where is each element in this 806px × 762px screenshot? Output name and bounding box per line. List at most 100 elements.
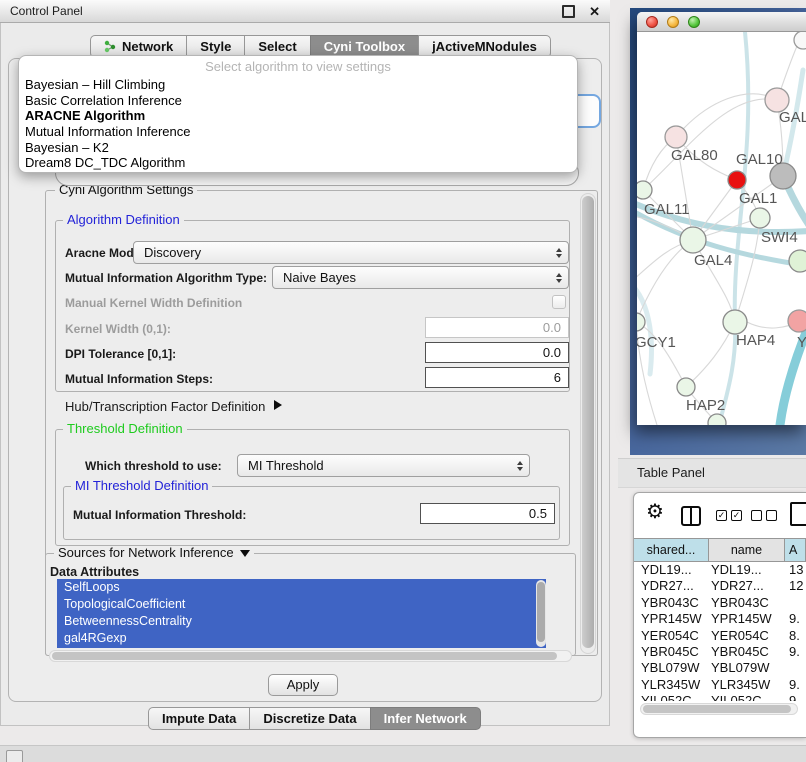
table-row[interactable]: YDL19... YDL19... 13 [634,562,806,578]
tab-impute-data[interactable]: Impute Data [148,707,250,730]
cell: YBR043C [634,595,709,611]
dpi-tolerance-label: DPI Tolerance [0,1]: [65,347,176,361]
node-label: HAP4 [736,332,775,349]
minimize-traffic-light-icon[interactable] [667,16,679,28]
column-header-name[interactable]: name [709,539,785,561]
node-red[interactable] [728,171,746,189]
control-panel-title: Control Panel [10,4,83,18]
algorithm-option-highlighted[interactable]: ARACNE Algorithm [19,108,577,124]
mi-threshold-group-title: MI Threshold Definition [71,479,212,493]
algorithm-definition-title: Algorithm Definition [63,213,184,227]
stepper-arrows-icon [517,461,529,471]
table-hscrollbar[interactable] [640,703,798,715]
table-row[interactable]: YBL079W YBL079W [634,660,806,676]
table-row[interactable]: YER054C YER054C 8. [634,628,806,644]
which-threshold-label: Which threshold to use: [85,459,222,473]
node-label: GAL80 [671,147,718,164]
mi-threshold-field[interactable]: 0.5 [420,503,555,524]
node-gal1[interactable] [750,208,770,228]
algorithm-option[interactable]: Basic Correlation Inference [19,93,577,109]
mi-threshold-label: Mutual Information Threshold: [73,508,246,522]
settings-hscrollbar-thumb[interactable] [52,652,557,660]
cell: YER054C [634,628,709,644]
attribute-item[interactable]: TopologicalCoefficient [57,596,546,613]
node[interactable] [794,32,806,49]
table-row[interactable]: YIL052C YIL052C 9 [634,693,806,701]
column-header-shared[interactable]: shared... [634,539,709,561]
table-row[interactable]: YBR045C YBR045C 9. [634,644,806,660]
algorithm-option[interactable]: Bayesian – Hill Climbing [19,77,577,93]
control-panel-titlebar: Control Panel ✕ [0,0,610,23]
table-row[interactable]: YLR345W YLR345W 9. [634,677,806,693]
close-traffic-light-icon[interactable] [646,16,658,28]
kernel-width-label: Kernel Width (0,1): [65,322,171,336]
node-gcy1[interactable] [637,313,645,331]
tab-discretize-data-label: Discretize Data [263,711,356,726]
table-row[interactable]: YPR145W YPR145W 9. [634,611,806,627]
new-table-icon[interactable] [790,502,806,526]
settings-scrollbar[interactable] [580,193,596,654]
cell: YDL19... [709,562,785,578]
tab-discretize-data[interactable]: Discretize Data [249,707,370,730]
settings-hscrollbar[interactable] [49,650,572,662]
dpi-tolerance-field[interactable]: 0.0 [425,342,569,363]
expand-right-icon[interactable] [274,400,282,410]
table-row[interactable]: YBR043C YBR043C [634,595,806,611]
status-strip [0,745,806,762]
collapse-down-icon[interactable] [240,550,250,557]
network-canvas[interactable]: GAL GAL80 GAL10 GAL11 GAL1 SWI4 GAL4 GCY… [637,32,806,425]
gear-icon[interactable]: ⚙ [646,502,664,522]
table-row[interactable]: YDR27... YDR27... 12 [634,578,806,594]
zoom-traffic-light-icon[interactable] [688,16,700,28]
node-label: GAL10 [736,151,783,168]
deselect-all-columns-icon[interactable] [751,510,777,521]
cell: YDL19... [634,562,709,578]
cell: YER054C [709,628,785,644]
table-hscrollbar-thumb[interactable] [643,705,791,713]
cell: 9 [785,693,806,701]
node-swi4[interactable] [789,250,806,272]
manual-kernel-width-checkbox[interactable] [552,295,566,309]
node-label: GAL4 [694,252,732,269]
checked-box-icon: ✓ [731,510,742,521]
node-label: HAP2 [686,397,725,414]
node-gal80[interactable] [665,126,687,148]
algorithm-option[interactable]: Bayesian – K2 [19,140,577,156]
close-icon[interactable]: ✕ [589,5,600,18]
apply-button[interactable]: Apply [268,674,338,696]
cell: YBL079W [634,660,709,676]
algorithm-option[interactable]: Mutual Information Inference [19,124,577,140]
attribute-item[interactable]: SelfLoops [57,579,546,596]
algorithm-option[interactable]: Dream8 DC_TDC Algorithm [19,155,577,171]
node-gal4[interactable] [680,227,706,253]
settings-scrollbar-thumb[interactable] [582,196,594,648]
column-header-third[interactable]: A [785,539,806,561]
node-hap4[interactable] [723,310,747,334]
mi-steps-field[interactable]: 6 [425,367,569,388]
node-gal11[interactable] [637,181,652,199]
attributes-scrollbar[interactable] [536,580,546,647]
attribute-item[interactable]: gal4RGexp [57,630,546,647]
unchecked-box-icon [751,510,762,521]
tab-style-label: Style [200,39,231,54]
kernel-width-field[interactable]: 0.0 [425,317,569,338]
taskbar-mini-icon[interactable] [6,750,23,762]
attribute-item[interactable]: BetweennessCentrality [57,613,546,630]
float-window-icon[interactable] [562,5,575,18]
tab-infer-network[interactable]: Infer Network [370,707,481,730]
split-view-icon[interactable] [681,506,701,526]
cell: YDR27... [709,578,785,594]
node-label: GAL1 [739,190,777,207]
unchecked-box-icon [766,510,777,521]
attributes-scrollbar-thumb[interactable] [537,582,545,642]
which-threshold-combobox[interactable]: MI Threshold [237,454,530,477]
cell: 9. [785,644,806,660]
node-hap2[interactable] [677,378,695,396]
node-y[interactable] [788,310,806,332]
checked-box-icon: ✓ [716,510,727,521]
tab-cyni-toolbox-label: Cyni Toolbox [324,39,405,54]
aracne-mode-combobox[interactable]: Discovery [133,241,569,264]
data-attributes-list: SelfLoops TopologicalCoefficient Between… [57,579,546,648]
select-all-columns-icon[interactable]: ✓ ✓ [716,510,742,521]
mi-algorithm-type-combobox[interactable]: Naive Bayes [272,266,569,289]
